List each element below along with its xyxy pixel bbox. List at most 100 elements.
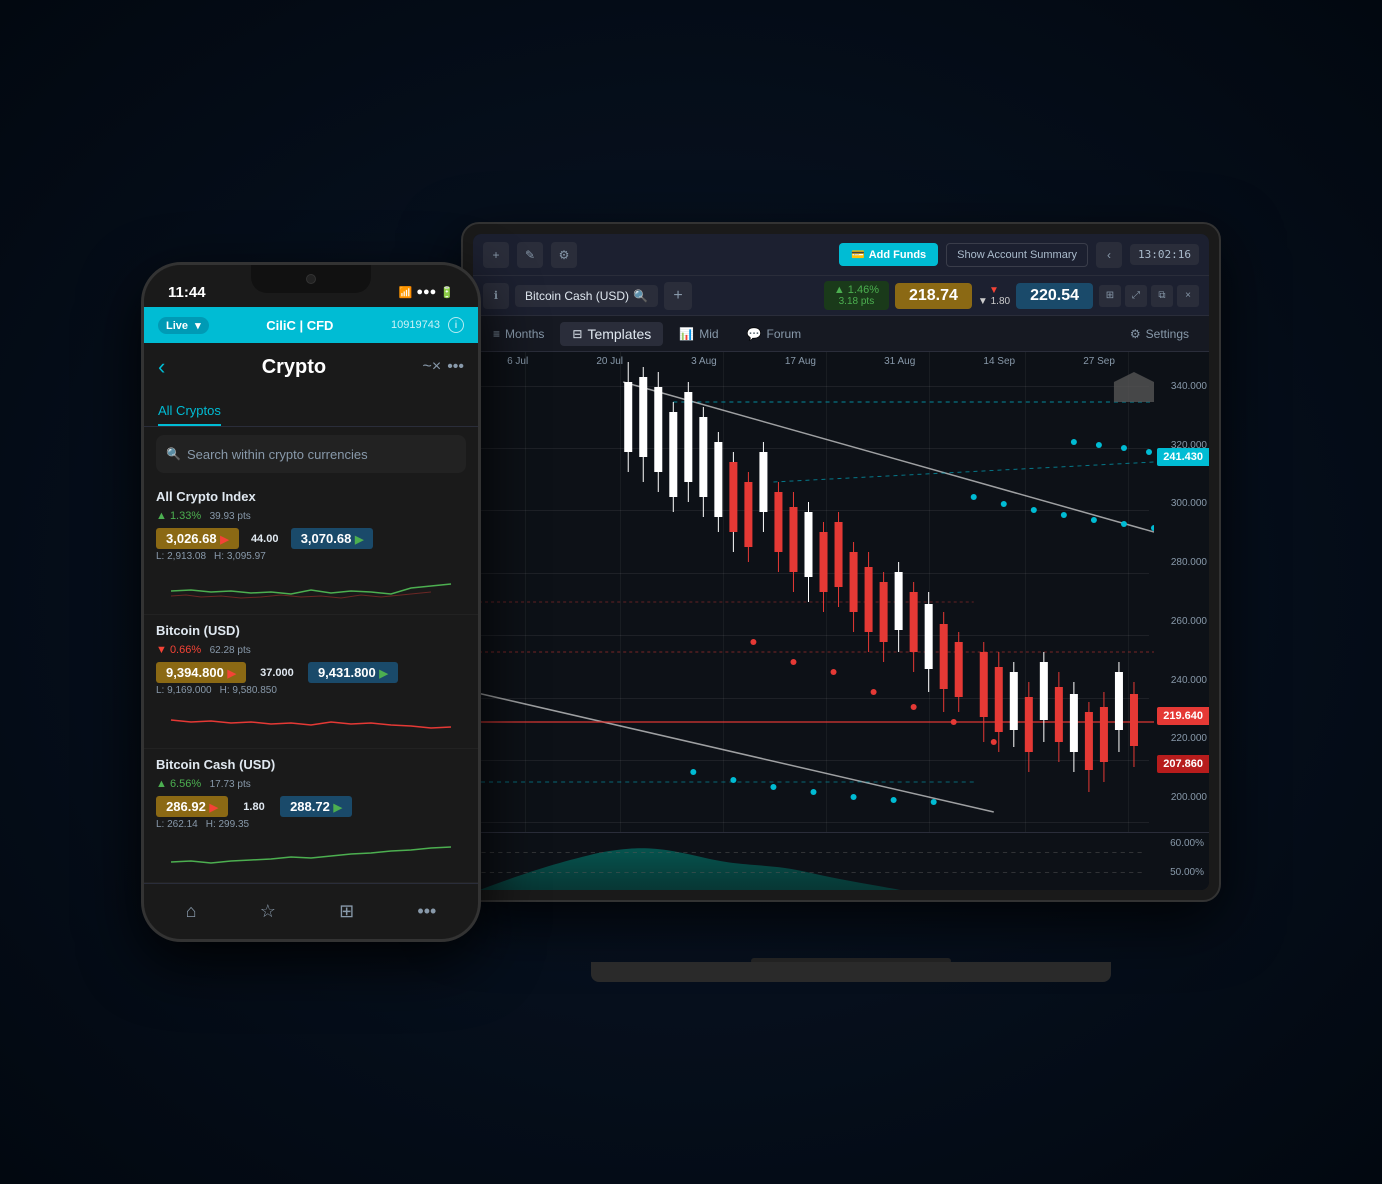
down-arrow-icon: ▼ xyxy=(989,285,999,296)
nav-templates[interactable]: ⊟ Templates xyxy=(560,322,663,346)
back-button[interactable]: ‹ xyxy=(158,354,165,380)
sell-price[interactable]: 286.92 ▶ xyxy=(156,796,228,817)
x-axis: 6 Jul 20 Jul 3 Aug 17 Aug 31 Aug 14 Sep … xyxy=(473,356,1149,367)
price-change-display: ▲ 1.46% 3.18 pts xyxy=(824,281,889,310)
edit-icon[interactable]: ✎ xyxy=(517,242,543,268)
candlestick-chart xyxy=(473,352,1154,832)
nav-mid[interactable]: 📊 Mid xyxy=(667,323,730,345)
instrument-name: Bitcoin (USD) xyxy=(156,623,466,638)
y-label: 260.000 xyxy=(1171,616,1207,627)
status-icons: 📶 ●●● 🔋 xyxy=(399,286,454,299)
instrument-prices: 9,394.800 ▶ 37.000 9,431.800 ▶ xyxy=(156,662,466,683)
nav-months[interactable]: ≡ Months xyxy=(481,323,556,345)
chat-icon: 💬 xyxy=(747,327,762,341)
phone: 11:44 📶 ●●● 🔋 Live ▾ CiliC | CFD 1091974… xyxy=(141,262,481,942)
search-bar[interactable]: 🔍 Search within crypto currencies xyxy=(156,435,466,473)
laptop: + ✎ ⚙ 💳 Add Funds Show Account Summary ‹… xyxy=(461,222,1241,982)
instrument-name: All Crypto Index xyxy=(156,489,466,504)
phone-account-bar: Live ▾ CiliC | CFD 10919743 i xyxy=(144,307,478,343)
star-icon: ☆ xyxy=(260,901,276,922)
chart-icon: 📊 xyxy=(679,327,694,341)
nav-watchlist[interactable]: ☆ xyxy=(260,901,276,922)
tab-all-cryptos[interactable]: All Cryptos xyxy=(158,397,221,426)
buy-price[interactable]: 288.72 ▶ xyxy=(280,796,352,817)
instrument-details: L: 9,169.000 H: 9,580.850 xyxy=(156,685,466,696)
pct-labels: 60.00% 50.00% xyxy=(1170,838,1204,878)
buy-price[interactable]: 9,431.800 ▶ xyxy=(308,662,398,683)
nav-home[interactable]: ⌂ xyxy=(186,901,197,922)
x-label: 17 Aug xyxy=(785,356,816,367)
show-account-button[interactable]: Show Account Summary xyxy=(946,243,1088,267)
home-icon: ⌂ xyxy=(186,901,197,922)
instrument-list: All Crypto Index ▲ 1.33% 39.93 pts 3,026… xyxy=(144,481,478,883)
change-pts: 17.73 pts xyxy=(210,779,251,790)
change-pct: ▲ 6.56% xyxy=(156,778,201,790)
instrument-selector[interactable]: Bitcoin Cash (USD) 🔍 xyxy=(515,285,658,307)
cyan-price-label: 241.430 xyxy=(1157,448,1209,466)
add-funds-button[interactable]: 💳 Add Funds xyxy=(839,243,938,266)
volume-area: 60.00% 50.00% 37.80% xyxy=(473,832,1209,890)
sell-price[interactable]: 3,026.68 ▶ xyxy=(156,528,239,549)
change-pct: ▼ 0.66% xyxy=(156,644,201,656)
phone-header: ‹ Crypto ~× ••• xyxy=(144,343,478,391)
add-icon[interactable]: + xyxy=(483,242,509,268)
info-icon[interactable]: i xyxy=(448,317,464,333)
collapse-icon[interactable]: ‹ xyxy=(1096,242,1122,268)
close-icon[interactable]: × xyxy=(1177,285,1199,307)
y-label: 200.000 xyxy=(1171,792,1207,803)
phone-time: 11:44 xyxy=(168,284,206,301)
instrument-prices: 286.92 ▶ 1.80 288.72 ▶ xyxy=(156,796,466,817)
instrument-details: L: 2,913.08 H: 3,095.97 xyxy=(156,551,466,562)
chart-toolbar: ℹ Bitcoin Cash (USD) 🔍 + ▲ 1.46% 3.18 pt… xyxy=(473,276,1209,316)
chart-nav: ≡ Months ⊟ Templates 📊 Mid 💬 Forum xyxy=(473,316,1209,352)
grid-icon[interactable]: ⊞ xyxy=(1099,285,1121,307)
y-label: 340.000 xyxy=(1171,381,1207,392)
grid-icon: ⊞ xyxy=(339,901,354,922)
account-type: CiliC | CFD xyxy=(217,318,383,333)
spread: 44.00 xyxy=(251,533,279,545)
phone-screen: 11:44 📶 ●●● 🔋 Live ▾ CiliC | CFD 1091974… xyxy=(144,265,478,939)
instrument-details: L: 262.14 H: 299.35 xyxy=(156,819,466,830)
settings-icon[interactable]: ⚙ xyxy=(551,242,577,268)
mini-chart xyxy=(156,700,466,740)
phone-bottom-nav: ⌂ ☆ ⊞ ••• xyxy=(144,883,478,939)
change-pct: ▲ 1.33% xyxy=(156,510,201,522)
time-display: 13:02:16 xyxy=(1130,244,1199,265)
top-bar: + ✎ ⚙ 💳 Add Funds Show Account Summary ‹… xyxy=(473,234,1209,276)
list-item[interactable]: All Crypto Index ▲ 1.33% 39.93 pts 3,026… xyxy=(144,481,478,615)
sell-price[interactable]: 9,394.800 ▶ xyxy=(156,662,246,683)
x-label: 6 Jul xyxy=(507,356,528,367)
high-detail: H: 3,095.97 xyxy=(214,551,266,562)
account-number: 10919743 xyxy=(391,319,440,331)
search-icon: 🔍 xyxy=(633,289,648,303)
high-detail: H: 9,580.850 xyxy=(220,685,277,696)
phone-notch xyxy=(251,265,371,293)
live-badge: Live ▾ xyxy=(158,317,209,334)
buy-price-display[interactable]: 220.54 xyxy=(1016,283,1093,309)
buy-price[interactable]: 3,070.68 ▶ xyxy=(291,528,374,549)
nav-settings[interactable]: ⚙ Settings xyxy=(1118,323,1201,345)
info-icon[interactable]: ℹ xyxy=(483,283,509,309)
nav-more[interactable]: ••• xyxy=(417,901,436,922)
pop-out-icon[interactable]: ⧉ xyxy=(1151,285,1173,307)
low-detail: L: 262.14 xyxy=(156,819,198,830)
list-item[interactable]: Bitcoin Cash (USD) ▲ 6.56% 17.73 pts 286… xyxy=(144,749,478,883)
spread: 37.000 xyxy=(260,667,294,679)
expand-icon[interactable]: ⤢ xyxy=(1125,285,1147,307)
low-detail: L: 2,913.08 xyxy=(156,551,206,562)
search-icon: 🔍 xyxy=(166,447,181,461)
x-label: 31 Aug xyxy=(884,356,915,367)
card-icon: 💳 xyxy=(851,248,865,261)
dots-icon: ••• xyxy=(417,901,436,922)
more-options-icon[interactable]: ••• xyxy=(447,358,464,376)
nav-forum[interactable]: 💬 Forum xyxy=(735,323,814,345)
nav-markets[interactable]: ⊞ xyxy=(339,901,354,922)
x-label: 27 Sep xyxy=(1083,356,1115,367)
signal-icon: ●●● xyxy=(416,286,436,298)
sell-price-display[interactable]: 218.74 xyxy=(895,283,972,309)
list-item[interactable]: Bitcoin (USD) ▼ 0.66% 62.28 pts 9,394.80… xyxy=(144,615,478,749)
add-tab-button[interactable]: + xyxy=(664,282,692,310)
battery-icon: 🔋 xyxy=(440,286,454,299)
chart-type-icon[interactable]: ~× xyxy=(423,358,442,376)
mini-chart xyxy=(156,566,466,606)
